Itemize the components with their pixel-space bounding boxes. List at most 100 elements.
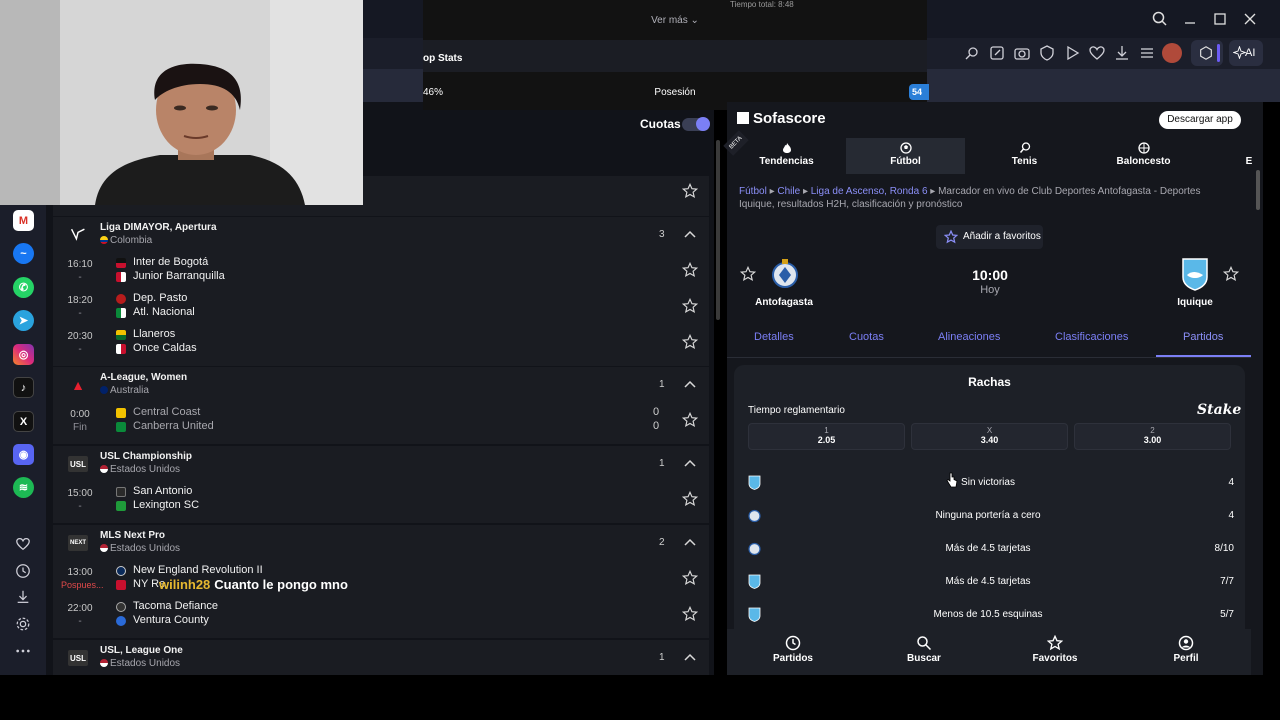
iquique-crest[interactable] bbox=[1181, 257, 1209, 291]
odds-draw[interactable]: X 3.40 bbox=[911, 423, 1068, 450]
ver-mas-link[interactable]: Ver más ⌄ bbox=[423, 15, 927, 26]
away-team[interactable]: Ventura County bbox=[133, 614, 209, 626]
tab-label: Tendencias bbox=[759, 156, 814, 167]
breadcrumb-link[interactable]: Chile bbox=[777, 186, 800, 197]
streak-value: 5/7 bbox=[1220, 609, 1234, 620]
home-team[interactable]: Central Coast bbox=[133, 406, 200, 418]
home-team[interactable]: Dep. Pasto bbox=[133, 292, 187, 304]
antofagasta-crest[interactable] bbox=[771, 257, 799, 291]
tab-tenis[interactable]: Tenis bbox=[965, 138, 1084, 174]
league-name[interactable]: USL, League One bbox=[100, 645, 183, 656]
settings-icon[interactable] bbox=[15, 616, 31, 632]
star-icon[interactable] bbox=[682, 570, 698, 586]
history-icon[interactable] bbox=[15, 563, 31, 579]
download-icon[interactable] bbox=[1113, 44, 1131, 62]
odds-away[interactable]: 2 3.00 bbox=[1074, 423, 1231, 450]
tiktok-icon[interactable]: ♪ bbox=[13, 377, 34, 398]
period-label: Tiempo reglamentario bbox=[748, 405, 845, 416]
chevron-up-icon[interactable] bbox=[683, 458, 697, 468]
tab-futbol[interactable]: Fútbol bbox=[846, 138, 965, 174]
match-count: 1 bbox=[659, 379, 665, 390]
home-team[interactable]: Llaneros bbox=[133, 328, 175, 340]
league-name[interactable]: MLS Next Pro bbox=[100, 530, 165, 541]
ai-button[interactable]: AI bbox=[1229, 40, 1263, 66]
heart-icon[interactable] bbox=[1088, 44, 1106, 62]
extension-button[interactable] bbox=[1191, 40, 1223, 66]
minimize-icon[interactable] bbox=[1181, 10, 1199, 28]
tab-cuotas[interactable]: Cuotas bbox=[849, 331, 884, 343]
tab-detalles[interactable]: Detalles bbox=[754, 331, 794, 343]
home-team[interactable]: New England Revolution II bbox=[133, 564, 263, 576]
chevron-up-icon[interactable] bbox=[683, 379, 697, 389]
flag-usa bbox=[100, 465, 108, 473]
menu-list-icon[interactable] bbox=[1138, 44, 1156, 62]
away-team[interactable]: Canberra United bbox=[133, 420, 214, 432]
bookmaker-logo[interactable]: Stake bbox=[1197, 402, 1241, 418]
discord-icon[interactable]: ◉ bbox=[13, 444, 34, 465]
away-team-name[interactable]: Iquique bbox=[1155, 297, 1235, 308]
sofascore-logo[interactable]: Sofascore bbox=[737, 110, 826, 127]
camera-icon[interactable] bbox=[1013, 44, 1031, 62]
nav-favoritos[interactable]: Favoritos bbox=[1015, 635, 1095, 664]
tab-alineaciones[interactable]: Alineaciones bbox=[938, 331, 1000, 343]
tab-esports[interactable]: E bbox=[1243, 138, 1255, 174]
heart-icon[interactable] bbox=[15, 536, 31, 552]
telegram-icon[interactable]: ➤ bbox=[13, 310, 34, 331]
chevron-up-icon[interactable] bbox=[683, 537, 697, 547]
star-icon[interactable] bbox=[740, 266, 756, 282]
chevron-up-icon[interactable] bbox=[683, 652, 697, 662]
instagram-icon[interactable]: ◎ bbox=[13, 344, 34, 365]
edit-icon[interactable] bbox=[988, 44, 1006, 62]
search-icon[interactable] bbox=[1151, 10, 1169, 28]
download-app-button[interactable]: Descargar app bbox=[1159, 111, 1241, 129]
star-icon[interactable] bbox=[682, 262, 698, 278]
tab-partidos[interactable]: Partidos bbox=[1183, 331, 1223, 343]
chevron-up-icon[interactable] bbox=[683, 229, 697, 239]
messenger-icon[interactable]: ~ bbox=[13, 243, 34, 264]
download-icon[interactable] bbox=[15, 589, 31, 605]
home-team[interactable]: Tacoma Defiance bbox=[133, 600, 218, 612]
odds-home[interactable]: 1 2.05 bbox=[748, 423, 905, 450]
tab-clasificaciones[interactable]: Clasificaciones bbox=[1055, 331, 1128, 343]
league-name[interactable]: Liga DIMAYOR, Apertura bbox=[100, 222, 217, 233]
scrollbar[interactable] bbox=[716, 140, 720, 320]
league-name[interactable]: USL Championship bbox=[100, 451, 192, 462]
close-icon[interactable] bbox=[1241, 10, 1259, 28]
gmail-icon[interactable]: M bbox=[13, 210, 34, 231]
home-team[interactable]: Inter de Bogotá bbox=[133, 256, 208, 268]
team-badge bbox=[116, 566, 126, 576]
nav-partidos[interactable]: Partidos bbox=[753, 635, 833, 664]
league-name[interactable]: A-League, Women bbox=[100, 372, 187, 383]
star-icon[interactable] bbox=[682, 183, 698, 199]
breadcrumb-link[interactable]: Liga de Ascenso, Ronda 6 bbox=[811, 186, 928, 197]
shield-icon[interactable] bbox=[1038, 44, 1056, 62]
nav-perfil[interactable]: Perfil bbox=[1146, 635, 1226, 664]
nav-buscar[interactable]: Buscar bbox=[884, 635, 964, 664]
away-team[interactable]: Once Caldas bbox=[133, 342, 197, 354]
profile-avatar[interactable] bbox=[1162, 43, 1182, 63]
x-icon[interactable]: X bbox=[13, 411, 34, 432]
home-team[interactable]: San Antonio bbox=[133, 485, 192, 497]
whatsapp-icon[interactable]: ✆ bbox=[13, 277, 34, 298]
star-icon[interactable] bbox=[682, 606, 698, 622]
team-badge bbox=[116, 616, 126, 626]
spotify-icon[interactable]: ≋ bbox=[13, 477, 34, 498]
zoom-icon[interactable] bbox=[963, 44, 981, 62]
star-icon[interactable] bbox=[682, 412, 698, 428]
match-status: - bbox=[78, 616, 82, 627]
scrollbar[interactable] bbox=[1256, 170, 1260, 210]
breadcrumb-link[interactable]: Fútbol bbox=[739, 186, 767, 197]
tab-baloncesto[interactable]: Baloncesto bbox=[1084, 138, 1203, 174]
star-icon[interactable] bbox=[682, 491, 698, 507]
away-team[interactable]: Lexington SC bbox=[133, 499, 199, 511]
more-icon[interactable] bbox=[15, 643, 31, 659]
maximize-icon[interactable] bbox=[1211, 10, 1229, 28]
away-team[interactable]: Junior Barranquilla bbox=[133, 270, 225, 282]
away-team[interactable]: Atl. Nacional bbox=[133, 306, 195, 318]
star-icon[interactable] bbox=[682, 334, 698, 350]
add-favorite-button[interactable]: Añadir a favoritos bbox=[936, 225, 1043, 249]
play-icon[interactable] bbox=[1063, 44, 1081, 62]
home-team-name[interactable]: Antofagasta bbox=[744, 297, 824, 308]
star-icon[interactable] bbox=[682, 298, 698, 314]
star-icon[interactable] bbox=[1223, 266, 1239, 282]
